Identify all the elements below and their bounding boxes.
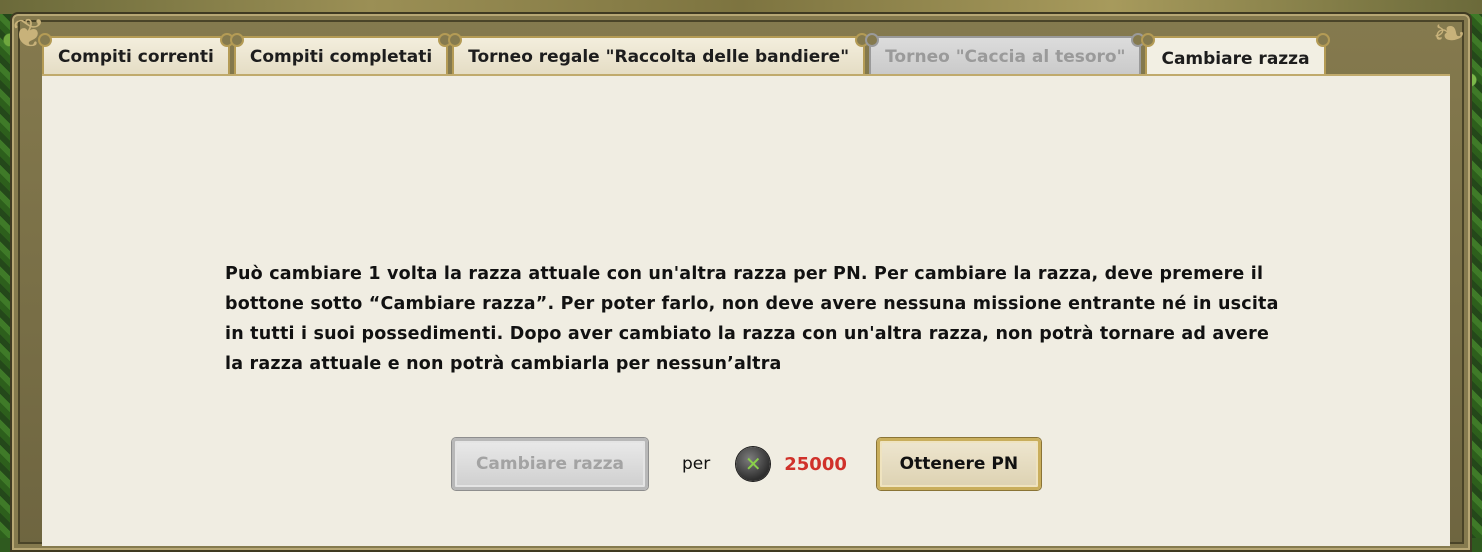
- tab-label: Torneo "Caccia al tesoro": [885, 47, 1126, 67]
- change-race-actions: Cambiare razza per ✕ 25000 Ottenere PN: [452, 436, 1041, 492]
- corner-ornament-right-icon: ❧: [1432, 11, 1466, 57]
- tab-bar: Compiti correnti Compiti completati Torn…: [38, 33, 1330, 80]
- tab-label: Compiti correnti: [58, 47, 214, 67]
- tab-torneo-regale[interactable]: Torneo regale "Raccolta delle bandiere": [448, 33, 869, 76]
- tab-label: Torneo regale "Raccolta delle bandiere": [468, 47, 850, 67]
- per-label: per: [682, 454, 711, 474]
- tab-compiti-correnti[interactable]: Compiti correnti: [38, 33, 234, 76]
- pn-coin-icon: ✕: [736, 447, 771, 481]
- tab-torneo-caccia-al-tesoro: Torneo "Caccia al tesoro": [865, 33, 1146, 76]
- change-race-description: Può cambiare 1 volta la razza attuale co…: [225, 264, 1279, 374]
- content-panel: Può cambiare 1 volta la razza attuale co…: [42, 74, 1450, 546]
- change-race-button: Cambiare razza: [452, 438, 648, 490]
- get-pn-button[interactable]: Ottenere PN: [876, 438, 1041, 490]
- tab-compiti-completati[interactable]: Compiti completati: [229, 33, 453, 76]
- tab-label: Cambiare razza: [1161, 49, 1310, 69]
- cost-amount: 25000: [784, 453, 847, 475]
- tab-label: Compiti completati: [249, 47, 433, 67]
